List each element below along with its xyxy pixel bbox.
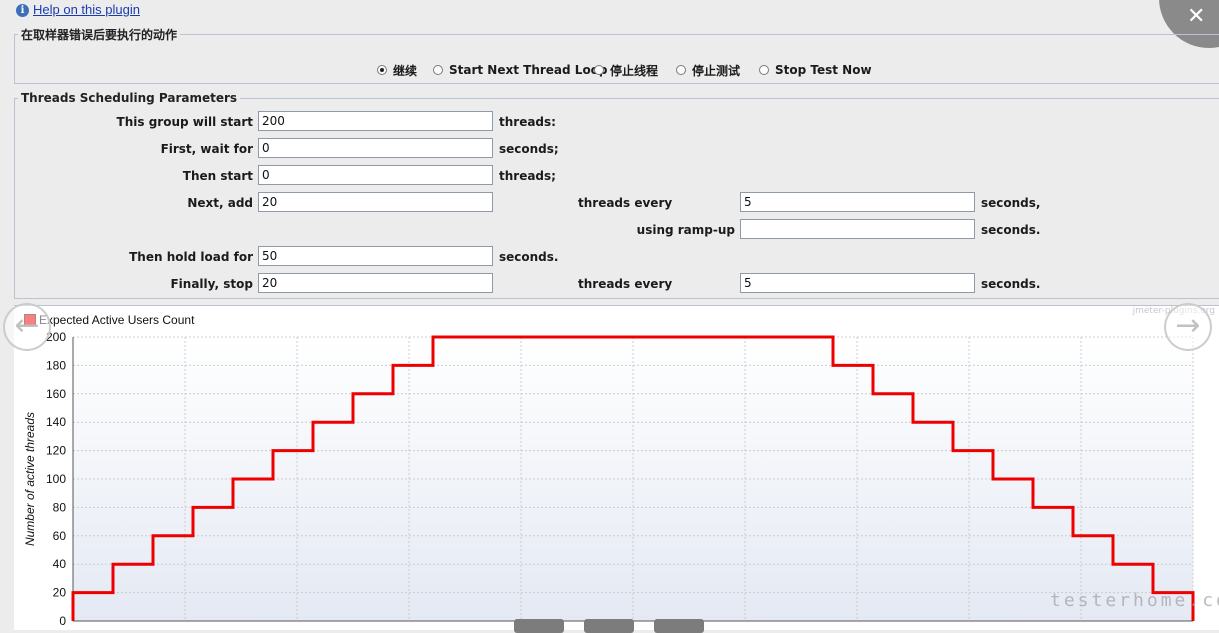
ramp-up-input[interactable] <box>740 219 975 239</box>
wait-unit: seconds; <box>499 142 559 156</box>
toolbar-button-1[interactable] <box>514 619 564 633</box>
wait-label: First, wait for <box>160 142 253 156</box>
y-tick-label: 160 <box>46 387 66 401</box>
chevron-right-icon: → <box>1175 308 1201 343</box>
radio-stop-test[interactable]: 停止测试 <box>676 62 740 78</box>
then-start-unit: threads; <box>499 169 556 183</box>
ramp-up-unit: seconds. <box>981 223 1041 237</box>
chevron-left-icon: ← <box>14 308 40 343</box>
radio-label: Start Next Thread Loop <box>449 63 608 77</box>
y-tick-label: 180 <box>46 358 66 372</box>
stop-mid-label: threads every <box>578 277 673 291</box>
start-threads-input[interactable] <box>258 111 493 131</box>
active-threads-chart: 020406080100120140160180200Number of act… <box>23 330 1195 628</box>
hold-label: Then hold load for <box>129 250 253 264</box>
y-tick-label: 100 <box>46 472 66 486</box>
radio-stop-test-now[interactable]: Stop Test Now <box>759 62 872 78</box>
next-add-mid-label: threads every <box>578 196 673 210</box>
next-add-unit: seconds, <box>981 196 1041 210</box>
radio-dot <box>676 65 686 75</box>
radio-start-next-thread-loop[interactable]: Start Next Thread Loop <box>433 62 608 78</box>
next-every-input[interactable] <box>740 192 975 212</box>
y-axis-label: Number of active threads <box>23 412 37 546</box>
wait-seconds-input[interactable] <box>258 138 493 158</box>
chart-panel: Expected Active Users Count jmeter-plugi… <box>14 305 1219 630</box>
hold-seconds-input[interactable] <box>258 246 493 266</box>
start-unit: threads: <box>499 115 556 129</box>
y-tick-label: 140 <box>46 415 66 429</box>
radio-label: Stop Test Now <box>775 63 872 77</box>
stop-every-input[interactable] <box>740 273 975 293</box>
close-icon: ✕ <box>1187 4 1206 29</box>
watermark: testerhome.com <box>1050 590 1219 611</box>
radio-label: 停止线程 <box>610 63 659 78</box>
prev-arrow-button[interactable]: ← <box>3 303 51 351</box>
y-tick-label: 120 <box>46 444 66 458</box>
toolbar-button-3[interactable] <box>654 619 704 633</box>
y-tick-label: 80 <box>53 500 67 514</box>
help-bar: i Help on this plugin <box>0 0 1219 20</box>
then-start-label: Then start <box>182 169 253 183</box>
radio-dot <box>433 65 443 75</box>
radio-continue[interactable]: 继续 <box>377 62 417 78</box>
y-tick-label: 40 <box>53 557 67 571</box>
y-tick-label: 20 <box>53 586 67 600</box>
radio-dot <box>759 65 769 75</box>
radio-dot <box>594 65 604 75</box>
radio-label: 继续 <box>393 63 418 78</box>
next-add-input[interactable] <box>258 192 493 212</box>
radio-dot <box>377 65 387 75</box>
stop-threads-input[interactable] <box>258 273 493 293</box>
then-start-input[interactable] <box>258 165 493 185</box>
radio-label: 停止测试 <box>692 63 741 78</box>
next-arrow-button[interactable]: → <box>1164 303 1212 351</box>
stop-unit: seconds. <box>981 277 1041 291</box>
error-action-panel: 在取样器错误后要执行的动作 继续 Start Next Thread Loop … <box>14 26 1219 84</box>
hold-unit: seconds. <box>499 250 559 264</box>
y-tick-label: 0 <box>59 614 66 628</box>
radio-stop-thread[interactable]: 停止线程 <box>594 62 658 78</box>
start-label: This group will start <box>116 115 253 129</box>
info-icon: i <box>16 4 29 17</box>
next-add-label: Next, add <box>187 196 253 210</box>
error-action-legend: 在取样器错误后要执行的动作 <box>21 28 178 42</box>
toolbar-button-2[interactable] <box>584 619 634 633</box>
ramp-up-label: using ramp-up <box>636 223 735 237</box>
stop-label: Finally, stop <box>170 277 253 291</box>
y-tick-label: 60 <box>53 529 67 543</box>
help-link[interactable]: Help on this plugin <box>33 2 140 17</box>
scheduling-legend: Threads Scheduling Parameters <box>21 91 238 105</box>
